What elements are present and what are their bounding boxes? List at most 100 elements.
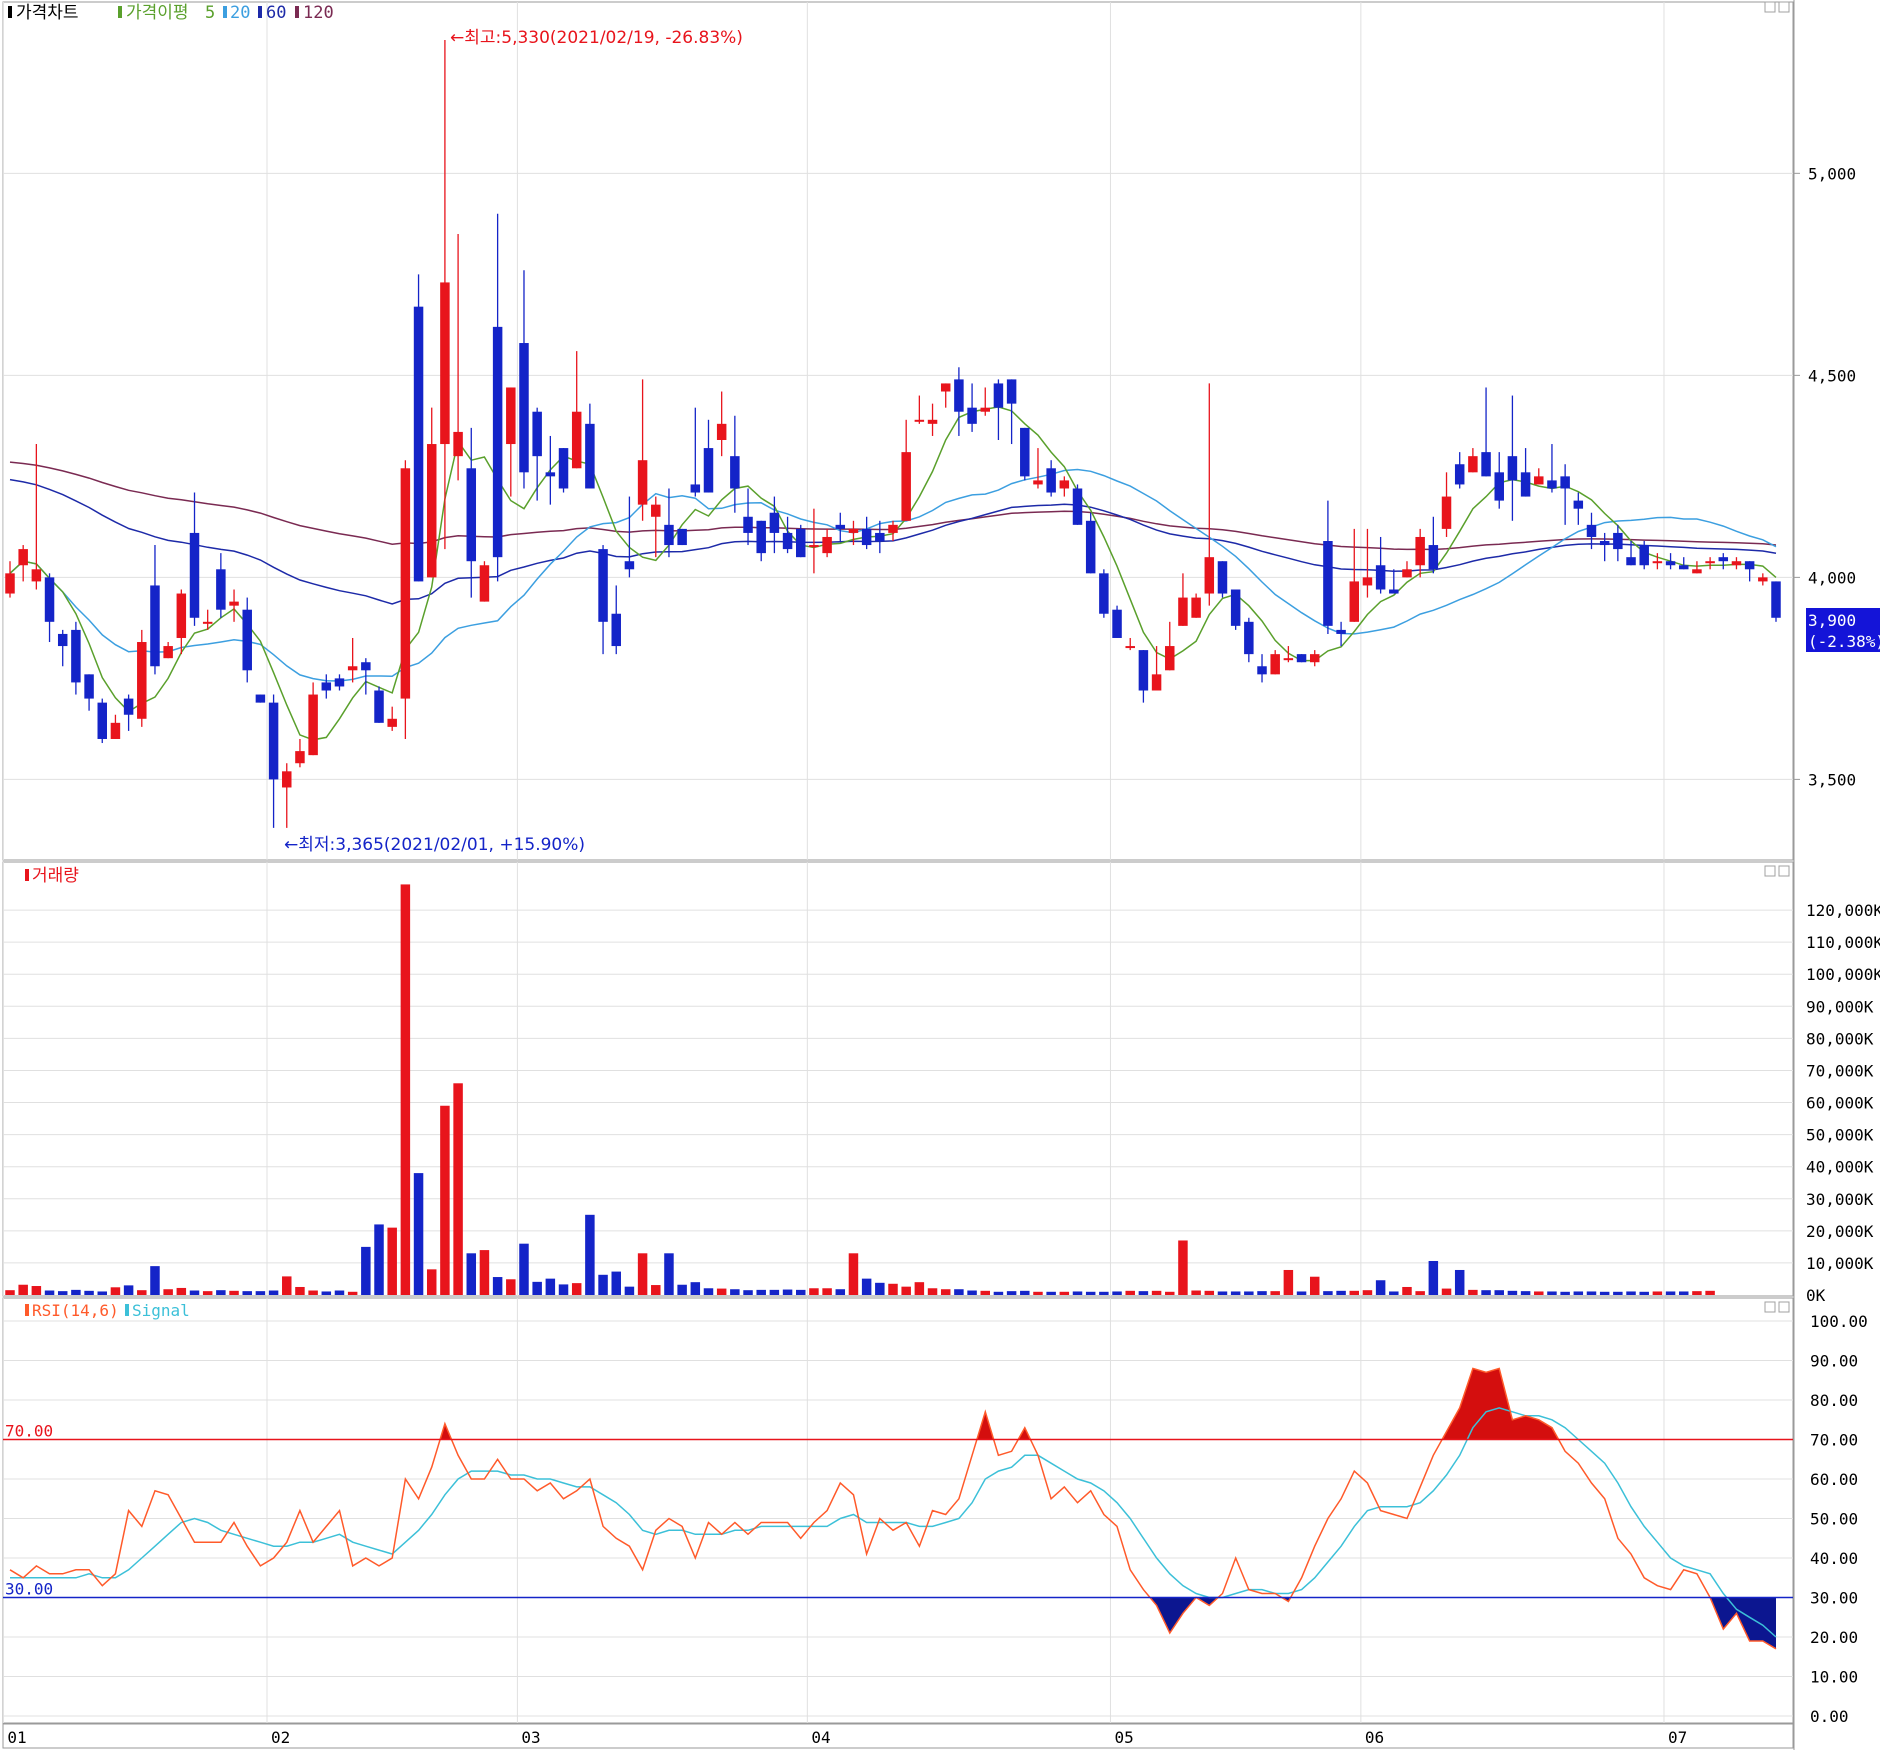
volume-bar	[796, 1289, 806, 1295]
rsi-tick-label: 80.00	[1810, 1391, 1858, 1410]
candle-body	[400, 468, 411, 699]
volume-bar	[1679, 1291, 1689, 1295]
candle	[1217, 561, 1228, 598]
volume-bar	[31, 1286, 42, 1295]
candle-body	[611, 613, 621, 647]
candle-body	[334, 678, 345, 687]
candle-body	[1718, 557, 1729, 562]
volume-bar	[453, 1083, 463, 1295]
volume-bar	[980, 1290, 990, 1295]
candle	[677, 528, 687, 546]
candle-body	[1613, 532, 1623, 550]
candle-body	[1547, 480, 1557, 489]
candle-body	[1771, 581, 1781, 618]
candle-body	[216, 569, 226, 610]
volume-bar	[5, 1290, 15, 1295]
x-tick-label: 06	[1365, 1728, 1384, 1747]
candle-body	[1033, 480, 1043, 485]
candle-body	[954, 379, 964, 412]
volume-bar	[861, 1278, 872, 1295]
volume-bar	[1125, 1290, 1135, 1295]
candle-body	[651, 504, 661, 517]
volume-tick-label: 110,000K	[1806, 933, 1880, 952]
volume-bar	[848, 1253, 859, 1295]
candle-body	[1099, 573, 1109, 614]
price-tick-label: 3,500	[1808, 770, 1856, 789]
x-tick-label: 02	[271, 1728, 290, 1747]
volume-bar	[466, 1253, 477, 1295]
candle	[1020, 427, 1030, 481]
candle	[413, 274, 424, 582]
volume-bar	[598, 1274, 608, 1295]
rsi-tick-label: 40.00	[1810, 1549, 1858, 1568]
candle-body	[993, 383, 1004, 408]
candle-body	[571, 411, 582, 469]
candle	[255, 694, 266, 703]
candle-body	[861, 528, 872, 546]
candle-body	[347, 666, 358, 671]
x-tick-label: 03	[521, 1728, 540, 1747]
volume-bar	[216, 1290, 226, 1295]
candle-body	[374, 690, 384, 723]
candle-body	[690, 484, 701, 493]
rsi-tick-label: 0.00	[1810, 1707, 1849, 1726]
volume-bar	[1665, 1291, 1676, 1295]
x-tick-label: 04	[811, 1728, 830, 1747]
candle-body	[558, 448, 569, 489]
candle-body	[664, 524, 674, 546]
rsi-tick-label: 60.00	[1810, 1470, 1858, 1489]
volume-bar	[1283, 1269, 1294, 1295]
volume-bar	[1639, 1291, 1649, 1295]
volume-bar	[1375, 1280, 1386, 1295]
volume-bar	[1112, 1291, 1122, 1295]
candle-body	[1468, 456, 1478, 473]
candle-body	[1731, 561, 1742, 566]
candle-body	[1520, 472, 1531, 497]
volume-bar	[519, 1243, 529, 1295]
candle-body	[1230, 589, 1241, 626]
volume-bar	[387, 1227, 397, 1295]
volume-bar	[229, 1290, 239, 1295]
volume-bar	[940, 1289, 951, 1295]
candle	[1230, 589, 1241, 630]
candle-body	[229, 601, 239, 606]
rsi-tick-label: 70.00	[1810, 1431, 1858, 1450]
volume-tick-label: 0K	[1806, 1286, 1826, 1305]
candle-body	[1560, 476, 1570, 489]
volume-bar	[347, 1291, 358, 1295]
volume-tick-label: 100,000K	[1806, 965, 1880, 984]
volume-bar	[295, 1286, 305, 1295]
candle-body	[1020, 427, 1030, 477]
volume-tick-label: 20,000K	[1806, 1222, 1874, 1241]
volume-bar	[255, 1291, 266, 1295]
candle-body	[901, 452, 911, 521]
candle-body	[1626, 557, 1636, 566]
volume-bar	[1006, 1291, 1017, 1295]
volume-bar	[716, 1288, 727, 1295]
volume-bar	[308, 1290, 318, 1295]
candle-body	[1494, 472, 1504, 501]
candle	[242, 597, 252, 683]
candle-body	[1125, 646, 1135, 649]
candle-body	[361, 662, 371, 671]
rsi-reference-label: 30.00	[5, 1580, 53, 1599]
volume-bar	[1336, 1290, 1346, 1295]
volume-tick-label: 40,000K	[1806, 1158, 1874, 1177]
last-price-change: (-2.38%)	[1808, 632, 1880, 651]
candle-body	[413, 306, 424, 582]
volume-bar	[954, 1289, 964, 1295]
candle-body	[1402, 569, 1412, 578]
candle-body	[1705, 561, 1715, 564]
low-annotation: ←최저:3,365(2021/02/01, +15.90%)	[284, 835, 585, 855]
candle-body	[110, 722, 121, 739]
candle-body	[835, 524, 846, 529]
candle-body	[1085, 520, 1096, 574]
volume-bar	[1072, 1291, 1083, 1295]
candle-body	[308, 694, 318, 756]
ma120-label: 120	[303, 3, 334, 23]
candle-body	[1507, 456, 1518, 481]
candle-body	[1586, 524, 1597, 537]
candle-body	[875, 532, 885, 542]
volume-bar	[1613, 1291, 1623, 1295]
candle	[97, 698, 107, 744]
